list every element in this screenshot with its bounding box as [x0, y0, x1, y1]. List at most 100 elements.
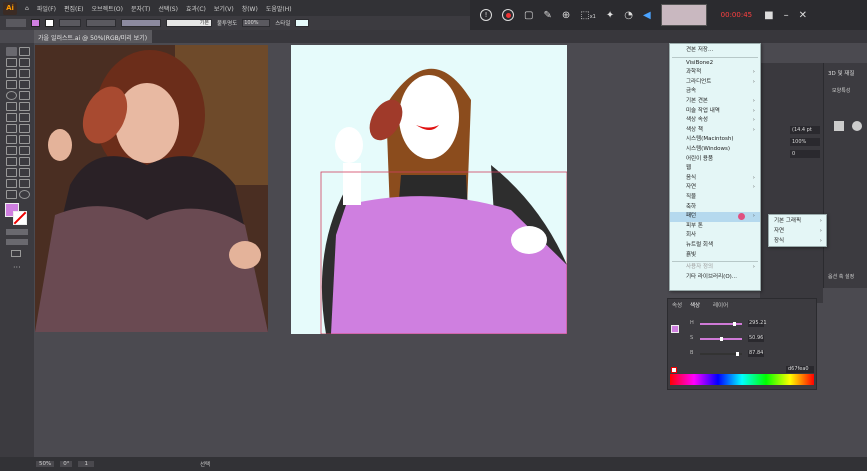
- menu-item[interactable]: 과학적 ›: [670, 68, 760, 78]
- direct-selection-tool-icon[interactable]: [19, 47, 30, 56]
- color-spectrum[interactable]: [670, 374, 814, 385]
- paintbrush-icon[interactable]: [19, 91, 30, 100]
- hex-field[interactable]: d67fea0: [786, 366, 814, 373]
- sphere-icon[interactable]: [852, 121, 862, 131]
- s-slider-thumb[interactable]: [720, 337, 724, 341]
- stop-icon[interactable]: ■: [764, 10, 773, 21]
- panel-value-1[interactable]: (14.4 pt: [790, 126, 820, 134]
- record-icon[interactable]: [502, 9, 514, 21]
- cursor-icon[interactable]: ⬚x1: [580, 10, 596, 21]
- screen-mode-icon[interactable]: [11, 250, 21, 257]
- selection-tool-icon[interactable]: [6, 47, 17, 56]
- magic-wand-icon[interactable]: [6, 58, 17, 67]
- menu-edit[interactable]: 편집(E): [64, 4, 84, 13]
- menu-window[interactable]: 창(W): [242, 4, 258, 13]
- tab-properties[interactable]: 속성: [672, 301, 682, 309]
- panel-tab[interactable]: 모양특성: [832, 87, 850, 94]
- b-value[interactable]: 87.84: [748, 350, 764, 357]
- menu-help[interactable]: 도움말(H): [266, 4, 292, 13]
- submenu-item[interactable]: 자연 ›: [769, 226, 826, 236]
- width-tool-icon[interactable]: [6, 124, 17, 133]
- menu-item[interactable]: 사용자 정의 ›: [670, 263, 760, 273]
- style-field[interactable]: [295, 19, 310, 27]
- eraser-icon[interactable]: [19, 102, 30, 111]
- menu-item[interactable]: 어린이 용품: [670, 155, 760, 165]
- color-fill-swatch[interactable]: [671, 325, 679, 333]
- pen-tool-icon[interactable]: [6, 69, 17, 78]
- stroke-profile-field[interactable]: 기본: [166, 19, 212, 27]
- menu-item[interactable]: 흙빛: [670, 251, 760, 261]
- gradient-icon[interactable]: [19, 146, 30, 155]
- draw-mode-buttons[interactable]: [6, 239, 28, 245]
- shape-builder-icon[interactable]: [6, 135, 17, 144]
- webcam-preview[interactable]: [660, 4, 707, 26]
- timer-icon[interactable]: ◔: [624, 10, 633, 21]
- artboard-tool-icon[interactable]: [6, 179, 17, 188]
- pen-icon[interactable]: ✎: [543, 10, 551, 21]
- color-mode-buttons[interactable]: [6, 229, 28, 235]
- brush-field[interactable]: [121, 19, 161, 27]
- menu-item[interactable]: 색상 책 ›: [670, 126, 760, 136]
- h-value[interactable]: 295.21: [748, 320, 767, 327]
- panel-value-2[interactable]: 100%: [790, 138, 820, 146]
- rotation-field[interactable]: 0°: [60, 461, 73, 467]
- menu-item[interactable]: 피부 톤: [670, 222, 760, 232]
- menu-select[interactable]: 선택(S): [158, 4, 178, 13]
- info-icon[interactable]: !: [480, 9, 492, 21]
- menu-item[interactable]: 음식 ›: [670, 174, 760, 184]
- menu-item[interactable]: 웹: [670, 164, 760, 174]
- perspective-icon[interactable]: [19, 135, 30, 144]
- menu-item[interactable]: 자연 ›: [670, 183, 760, 193]
- menu-item[interactable]: 기본 견본 ›: [670, 97, 760, 107]
- menu-item[interactable]: 기타 라이브러리(O)...: [670, 273, 760, 283]
- menu-item[interactable]: 견본 저장...: [670, 46, 760, 56]
- edit-toolbar-icon[interactable]: ···: [13, 263, 21, 272]
- stroke-swatch[interactable]: [45, 19, 54, 27]
- artboard-nav[interactable]: 1: [78, 461, 94, 467]
- menu-item[interactable]: 그라디언트 ›: [670, 78, 760, 88]
- cube-icon[interactable]: [834, 121, 844, 131]
- shape-icon[interactable]: ▢: [524, 10, 533, 21]
- close-icon[interactable]: ✕: [799, 10, 807, 21]
- zoom-field[interactable]: 50%: [36, 461, 55, 467]
- menu-object[interactable]: 오브젝트(O): [92, 4, 124, 13]
- mesh-icon[interactable]: [6, 146, 17, 155]
- lasso-icon[interactable]: [19, 58, 30, 67]
- curvature-icon[interactable]: [19, 69, 30, 78]
- eyedropper-icon[interactable]: [6, 157, 17, 166]
- pencil-icon[interactable]: [6, 102, 17, 111]
- zoom-icon[interactable]: ⊕: [562, 10, 570, 21]
- menu-item[interactable]: 직물: [670, 193, 760, 203]
- symbol-sprayer-icon[interactable]: [6, 168, 17, 177]
- graph-tool-icon[interactable]: [19, 168, 30, 177]
- line-tool-icon[interactable]: [19, 80, 30, 89]
- panel-value-3[interactable]: 0: [790, 150, 820, 158]
- effect-icon[interactable]: ✦: [606, 10, 614, 21]
- free-transform-icon[interactable]: [19, 124, 30, 133]
- type-tool-icon[interactable]: [6, 80, 17, 89]
- document-tab[interactable]: 가을 일러스트.ai @ 50%(RGB/미리 보기): [34, 30, 152, 43]
- s-value[interactable]: 50.96: [748, 335, 764, 342]
- rotate-icon[interactable]: [6, 113, 17, 122]
- opacity-field[interactable]: 100%: [242, 19, 271, 27]
- menu-item[interactable]: 시스템(Windows): [670, 145, 760, 155]
- b-slider-thumb[interactable]: [735, 352, 739, 356]
- stroke-weight-field[interactable]: [59, 19, 81, 27]
- menu-item[interactable]: 색상 속성 ›: [670, 116, 760, 126]
- hand-tool-icon[interactable]: [6, 190, 17, 199]
- scale-icon[interactable]: [19, 113, 30, 122]
- variable-width-field[interactable]: [86, 19, 116, 27]
- menu-type[interactable]: 문자(T): [131, 4, 150, 13]
- blend-icon[interactable]: [19, 157, 30, 166]
- menu-item[interactable]: VisiBone2: [670, 59, 760, 69]
- ellipse-tool-icon[interactable]: [6, 91, 17, 100]
- panel-bottom-link[interactable]: 옵션 축 설정: [828, 273, 854, 280]
- menu-item[interactable]: 회사: [670, 231, 760, 241]
- speaker-icon[interactable]: ◀: [643, 10, 651, 21]
- submenu-item[interactable]: 기본 그래픽 ›: [769, 216, 826, 226]
- h-slider-thumb[interactable]: [733, 322, 737, 326]
- menu-view[interactable]: 보기(V): [214, 4, 234, 13]
- artboard[interactable]: [291, 45, 567, 334]
- submenu-item[interactable]: 장식 ›: [769, 236, 826, 246]
- tab-color[interactable]: 색상: [690, 301, 700, 309]
